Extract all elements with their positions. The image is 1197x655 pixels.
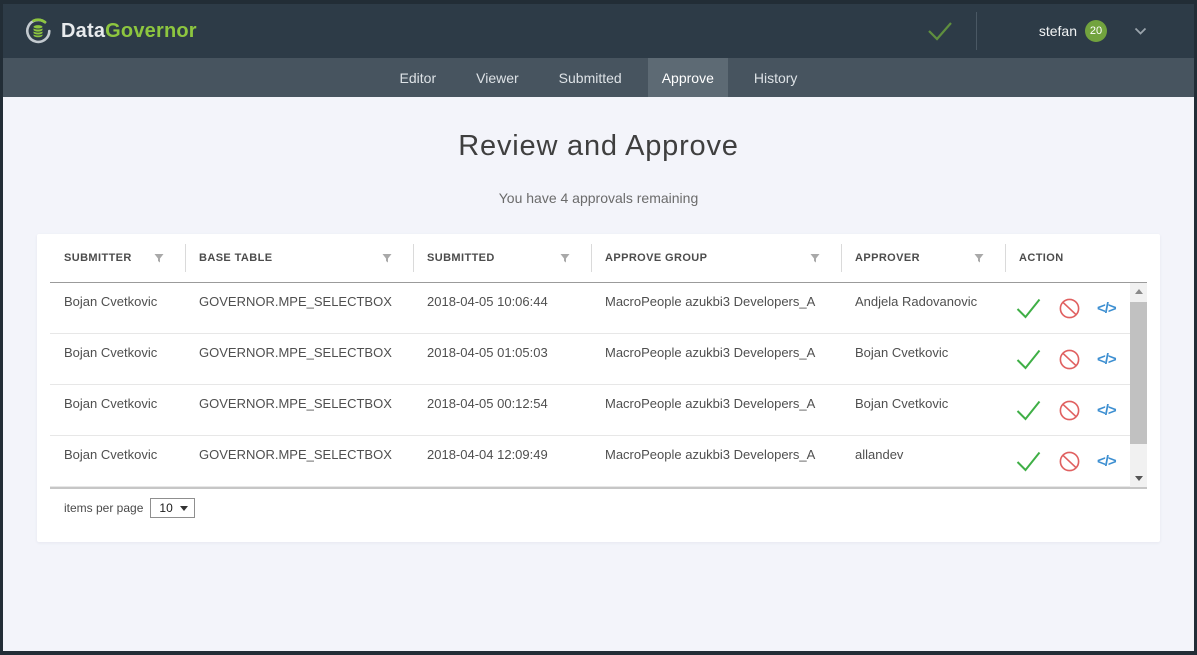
cell-submitter: Bojan Cvetkovic	[50, 334, 185, 384]
nav-tabs: Editor Viewer Submitted Approve History	[380, 58, 818, 97]
brand-name-primary: Data	[61, 20, 105, 42]
header-check-icon[interactable]	[925, 19, 955, 43]
user-menu[interactable]: stefan 20	[1039, 20, 1107, 42]
cell-submitted: 2018-04-05 10:06:44	[413, 283, 591, 333]
column-label: SUBMITTED	[427, 252, 495, 264]
cell-submitted: 2018-04-05 00:12:54	[413, 385, 591, 435]
cell-approver: Bojan Cvetkovic	[841, 334, 1005, 384]
tab-approve[interactable]: Approve	[648, 58, 728, 97]
cell-approver: Bojan Cvetkovic	[841, 385, 1005, 435]
cell-approve-group: MacroPeople azukbi3 Developers_A	[591, 334, 841, 384]
reject-icon[interactable]	[1058, 348, 1081, 371]
page-title: Review and Approve	[3, 130, 1194, 163]
brand-logo[interactable]: DataGovernor	[24, 17, 197, 45]
cell-approve-group: MacroPeople azukbi3 Developers_A	[591, 385, 841, 435]
column-label: BASE TABLE	[199, 252, 272, 264]
cell-approver: Andjela Radovanovic	[841, 283, 1005, 333]
view-code-icon[interactable]: </>	[1097, 351, 1116, 368]
reject-icon[interactable]	[1058, 297, 1081, 320]
approvals-table-card: SUBMITTER BASE TABLE SUBMITTED	[37, 234, 1160, 542]
cell-actions: </>	[1005, 385, 1130, 435]
reject-icon[interactable]	[1058, 450, 1081, 473]
table-row: Bojan Cvetkovic GOVERNOR.MPE_SELECTBOX 2…	[50, 436, 1130, 487]
column-header-submitter[interactable]: SUBMITTER	[50, 234, 185, 282]
cell-actions: </>	[1005, 436, 1130, 486]
scrollbar-down-button[interactable]	[1130, 470, 1147, 487]
brand-name-secondary: Governor	[105, 20, 197, 42]
cell-approve-group: MacroPeople azukbi3 Developers_A	[591, 283, 841, 333]
column-header-base-table[interactable]: BASE TABLE	[185, 234, 413, 282]
main-content: Review and Approve You have 4 approvals …	[3, 97, 1194, 651]
app-window: DataGovernor stefan 20 Editor Viewe	[0, 0, 1197, 655]
approvals-remaining-text: You have 4 approvals remaining	[3, 190, 1194, 206]
brand-name: DataGovernor	[61, 20, 197, 43]
table-rows: Bojan Cvetkovic GOVERNOR.MPE_SELECTBOX 2…	[50, 283, 1130, 487]
cell-actions: </>	[1005, 334, 1130, 384]
cell-base-table: GOVERNOR.MPE_SELECTBOX	[185, 334, 413, 384]
header-right-group: stefan 20	[925, 4, 1147, 58]
chevron-down-icon[interactable]	[1134, 27, 1147, 36]
triangle-down-icon	[1135, 476, 1143, 481]
filter-icon[interactable]	[809, 252, 821, 264]
filter-icon[interactable]	[153, 252, 165, 264]
table-row: Bojan Cvetkovic GOVERNOR.MPE_SELECTBOX 2…	[50, 385, 1130, 436]
cell-submitter: Bojan Cvetkovic	[50, 436, 185, 486]
datagovernor-logo-icon	[24, 17, 52, 45]
cell-base-table: GOVERNOR.MPE_SELECTBOX	[185, 436, 413, 486]
table-row: Bojan Cvetkovic GOVERNOR.MPE_SELECTBOX 2…	[50, 334, 1130, 385]
cell-base-table: GOVERNOR.MPE_SELECTBOX	[185, 385, 413, 435]
scrollbar-thumb[interactable]	[1130, 302, 1147, 444]
column-label: APPROVE GROUP	[605, 252, 707, 264]
column-label: APPROVER	[855, 252, 920, 264]
cell-actions: </>	[1005, 283, 1130, 333]
items-per-page-label: items per page	[64, 501, 143, 515]
cell-base-table: GOVERNOR.MPE_SELECTBOX	[185, 283, 413, 333]
reject-icon[interactable]	[1058, 399, 1081, 422]
cell-submitted: 2018-04-04 12:09:49	[413, 436, 591, 486]
approve-check-icon[interactable]	[1015, 348, 1042, 371]
filter-icon[interactable]	[973, 252, 985, 264]
items-per-page-select[interactable]: 10	[150, 498, 194, 518]
approve-check-icon[interactable]	[1015, 399, 1042, 422]
filter-icon[interactable]	[381, 252, 393, 264]
header-divider	[976, 12, 977, 50]
cell-submitted: 2018-04-05 01:05:03	[413, 334, 591, 384]
column-label: SUBMITTER	[64, 252, 132, 264]
filter-icon[interactable]	[559, 252, 571, 264]
cell-submitter: Bojan Cvetkovic	[50, 385, 185, 435]
cell-approve-group: MacroPeople azukbi3 Developers_A	[591, 436, 841, 486]
view-code-icon[interactable]: </>	[1097, 453, 1116, 470]
tab-submitted[interactable]: Submitted	[545, 58, 636, 97]
column-header-action: ACTION	[1005, 234, 1147, 282]
tab-history[interactable]: History	[740, 58, 812, 97]
column-header-approve-group[interactable]: APPROVE GROUP	[591, 234, 841, 282]
table-header-row: SUBMITTER BASE TABLE SUBMITTED	[50, 234, 1147, 283]
view-code-icon[interactable]: </>	[1097, 300, 1116, 317]
table-row: Bojan Cvetkovic GOVERNOR.MPE_SELECTBOX 2…	[50, 283, 1130, 334]
select-caret-icon	[180, 506, 188, 511]
approve-check-icon[interactable]	[1015, 450, 1042, 473]
user-badge: 20	[1085, 20, 1107, 42]
column-header-approver[interactable]: APPROVER	[841, 234, 1005, 282]
cell-approver: allandev	[841, 436, 1005, 486]
tab-viewer[interactable]: Viewer	[462, 58, 533, 97]
scrollbar-track[interactable]	[1130, 300, 1147, 470]
table-scrollbar[interactable]	[1130, 283, 1147, 487]
cell-submitter: Bojan Cvetkovic	[50, 283, 185, 333]
top-header: DataGovernor stefan 20	[3, 4, 1194, 58]
page-size-value: 10	[159, 501, 172, 515]
column-header-submitted[interactable]: SUBMITTED	[413, 234, 591, 282]
column-label: ACTION	[1019, 252, 1064, 264]
view-code-icon[interactable]: </>	[1097, 402, 1116, 419]
main-nav: Editor Viewer Submitted Approve History	[3, 58, 1194, 97]
approve-check-icon[interactable]	[1015, 297, 1042, 320]
scrollbar-up-button[interactable]	[1130, 283, 1147, 300]
table-body: Bojan Cvetkovic GOVERNOR.MPE_SELECTBOX 2…	[50, 283, 1147, 487]
triangle-up-icon	[1135, 289, 1143, 294]
table-footer: items per page 10	[50, 487, 1147, 518]
tab-editor[interactable]: Editor	[386, 58, 451, 97]
user-name: stefan	[1039, 23, 1077, 39]
